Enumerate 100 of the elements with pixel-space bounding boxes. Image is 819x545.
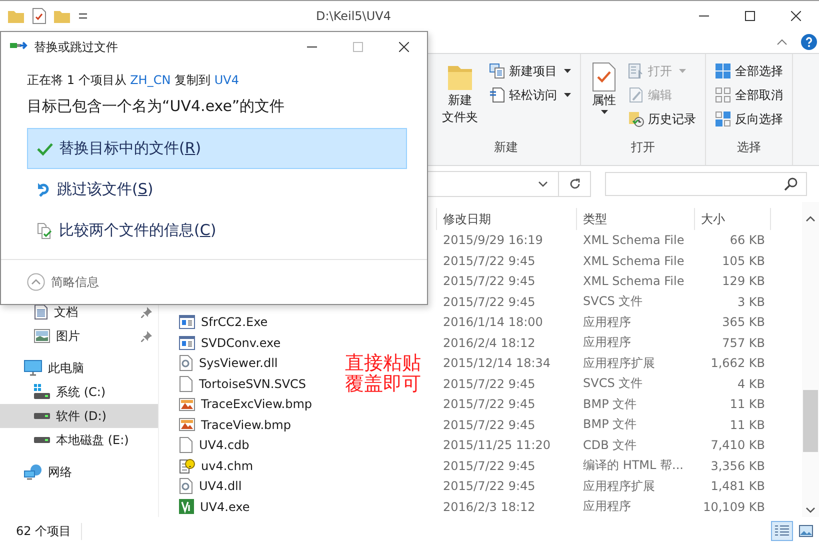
drive-icon bbox=[34, 412, 50, 420]
file-name[interactable]: TraceView.bmp bbox=[201, 418, 291, 432]
annotation-text: 覆盖即可 bbox=[345, 374, 421, 396]
details-view-button[interactable] bbox=[771, 521, 793, 541]
invert-selection-icon bbox=[715, 111, 731, 127]
file-size: 66 KB bbox=[728, 233, 766, 248]
modified-date: 2015/9/29 16:19 bbox=[442, 233, 544, 248]
column-header[interactable]: 大小 bbox=[695, 208, 771, 230]
dropdown-icon[interactable] bbox=[538, 181, 548, 187]
scroll-up-icon[interactable] bbox=[806, 216, 815, 222]
pin-icon[interactable] bbox=[141, 307, 152, 318]
modified-date: 2015/7/22 9:45 bbox=[442, 397, 536, 412]
group-label: 选择 bbox=[736, 139, 762, 156]
drive-icon bbox=[34, 436, 50, 444]
fewer-details-link[interactable]: 简略信息 bbox=[51, 274, 99, 290]
file-type: CDB 文件 bbox=[582, 436, 638, 454]
collapse-ribbon-icon[interactable] bbox=[777, 39, 787, 45]
group-label: 打开 bbox=[630, 139, 656, 156]
folder-link[interactable]: UV4 bbox=[214, 73, 239, 87]
nav-item[interactable]: 此电脑 bbox=[0, 356, 158, 380]
file-size: 4 KB bbox=[736, 376, 766, 391]
ribbon-button[interactable]: 反向选择 bbox=[712, 108, 786, 130]
file-type: XML Schema File bbox=[582, 274, 686, 288]
nav-item[interactable]: 图片 bbox=[0, 324, 158, 348]
ribbon-button[interactable]: 新建项目 bbox=[486, 60, 574, 82]
file-size: 10,109 KB bbox=[702, 500, 766, 514]
scroll-down-icon[interactable] bbox=[806, 507, 815, 513]
file-name[interactable]: uv4.chm bbox=[201, 458, 254, 473]
refresh-icon bbox=[568, 177, 582, 191]
scrollbar-thumb[interactable] bbox=[803, 390, 818, 452]
file-type: SVCS 文件 bbox=[582, 375, 644, 392]
file-name[interactable]: TortoiseSVN.SVCS bbox=[199, 376, 306, 391]
pin-icon[interactable] bbox=[141, 331, 152, 342]
file-name[interactable]: UV4.exe bbox=[200, 500, 250, 514]
edit-icon bbox=[628, 87, 644, 103]
file-size: 11 KB bbox=[728, 418, 766, 432]
close-icon bbox=[399, 42, 409, 52]
dialog-option[interactable]: 替换目标中的文件(R) bbox=[27, 128, 407, 169]
file-name[interactable]: SVDConv.exe bbox=[201, 336, 281, 350]
file-type: 应用程序 bbox=[582, 314, 632, 331]
modified-date: 2016/2/3 18:12 bbox=[442, 500, 536, 514]
file-name[interactable]: SysViewer.dll bbox=[199, 356, 278, 370]
refresh-button[interactable] bbox=[559, 171, 591, 197]
nav-item[interactable]: 本地磁盘 (E:) bbox=[0, 428, 158, 452]
file-size: 3,356 KB bbox=[710, 458, 766, 473]
image-file-icon bbox=[179, 398, 195, 411]
file-type: BMP 文件 bbox=[582, 396, 638, 413]
ribbon-button[interactable]: 全部选择 bbox=[712, 60, 786, 82]
ribbon-button[interactable]: 历史记录 bbox=[625, 108, 699, 130]
ribbon-button[interactable]: 轻松访问 bbox=[486, 84, 574, 106]
column-header[interactable]: 类型 bbox=[577, 208, 695, 230]
file-size: 757 KB bbox=[721, 336, 766, 350]
search-field[interactable] bbox=[605, 172, 807, 196]
file-name[interactable]: TraceExcView.bmp bbox=[201, 397, 312, 412]
folder-link[interactable]: ZH_CN bbox=[130, 73, 171, 87]
customize-icon[interactable] bbox=[78, 11, 88, 21]
modified-date: 2015/7/22 9:45 bbox=[442, 479, 536, 494]
file-type: 应用程序扩展 bbox=[582, 354, 656, 372]
file-type: 编译的 HTML 帮... bbox=[582, 457, 684, 474]
close-icon bbox=[791, 11, 801, 21]
checkmark-icon bbox=[37, 142, 53, 156]
ribbon-button[interactable]: 属性 bbox=[587, 60, 621, 139]
file-name[interactable]: UV4.cdb bbox=[199, 438, 250, 452]
file-type: XML Schema File bbox=[582, 233, 686, 248]
file-type: 应用程序 bbox=[582, 334, 632, 352]
file-size: 129 KB bbox=[721, 274, 766, 288]
file-type: SVCS 文件 bbox=[582, 293, 644, 310]
file-type: XML Schema File bbox=[582, 254, 686, 268]
modified-date: 2015/7/22 9:45 bbox=[442, 294, 536, 309]
monitor-icon bbox=[24, 360, 42, 376]
properties-icon[interactable] bbox=[32, 8, 46, 24]
help-icon[interactable] bbox=[801, 34, 817, 50]
modified-date: 2015/12/14 18:34 bbox=[442, 356, 552, 370]
nav-item[interactable]: 网络 bbox=[0, 460, 158, 484]
file-size: 105 KB bbox=[721, 254, 766, 268]
scrollbar[interactable] bbox=[802, 202, 819, 517]
maximize-icon bbox=[745, 11, 755, 21]
ribbon-button[interactable]: 新建 文件夹 bbox=[438, 60, 482, 139]
file-name[interactable]: UV4.dll bbox=[199, 479, 242, 494]
file-size: 7,410 KB bbox=[710, 438, 766, 452]
nav-item[interactable]: 系统 (C:) bbox=[0, 380, 158, 404]
undo-arrow-icon bbox=[37, 182, 51, 198]
modified-date: 2015/7/22 9:45 bbox=[442, 254, 536, 268]
file-type: BMP 文件 bbox=[582, 416, 638, 434]
image-file-icon bbox=[179, 418, 195, 432]
window-title: D:\Keil5\UV4 bbox=[316, 9, 391, 23]
nav-item[interactable]: 软件 (D:) bbox=[0, 404, 158, 428]
modified-date: 2016/1/14 18:00 bbox=[442, 315, 544, 330]
document-icon bbox=[489, 87, 505, 103]
file-name[interactable]: SfrCC2.Exe bbox=[201, 315, 268, 330]
dialog-option[interactable]: 跳过该文件(S) bbox=[27, 169, 407, 210]
ribbon-button[interactable]: 全部取消 bbox=[712, 84, 786, 106]
compare-files-icon bbox=[37, 222, 53, 238]
column-header[interactable]: 修改日期 bbox=[437, 208, 577, 230]
checklist-icon bbox=[591, 62, 617, 92]
group-label: 新建 bbox=[493, 139, 519, 156]
dialog-option[interactable]: 比较两个文件的信息(C) bbox=[27, 210, 407, 251]
file-icon bbox=[179, 376, 193, 392]
collapse-icon[interactable] bbox=[27, 273, 45, 291]
copy-status-text: 正在将 1 个项目从 ZH_CN 复制到 UV4 bbox=[27, 72, 240, 89]
